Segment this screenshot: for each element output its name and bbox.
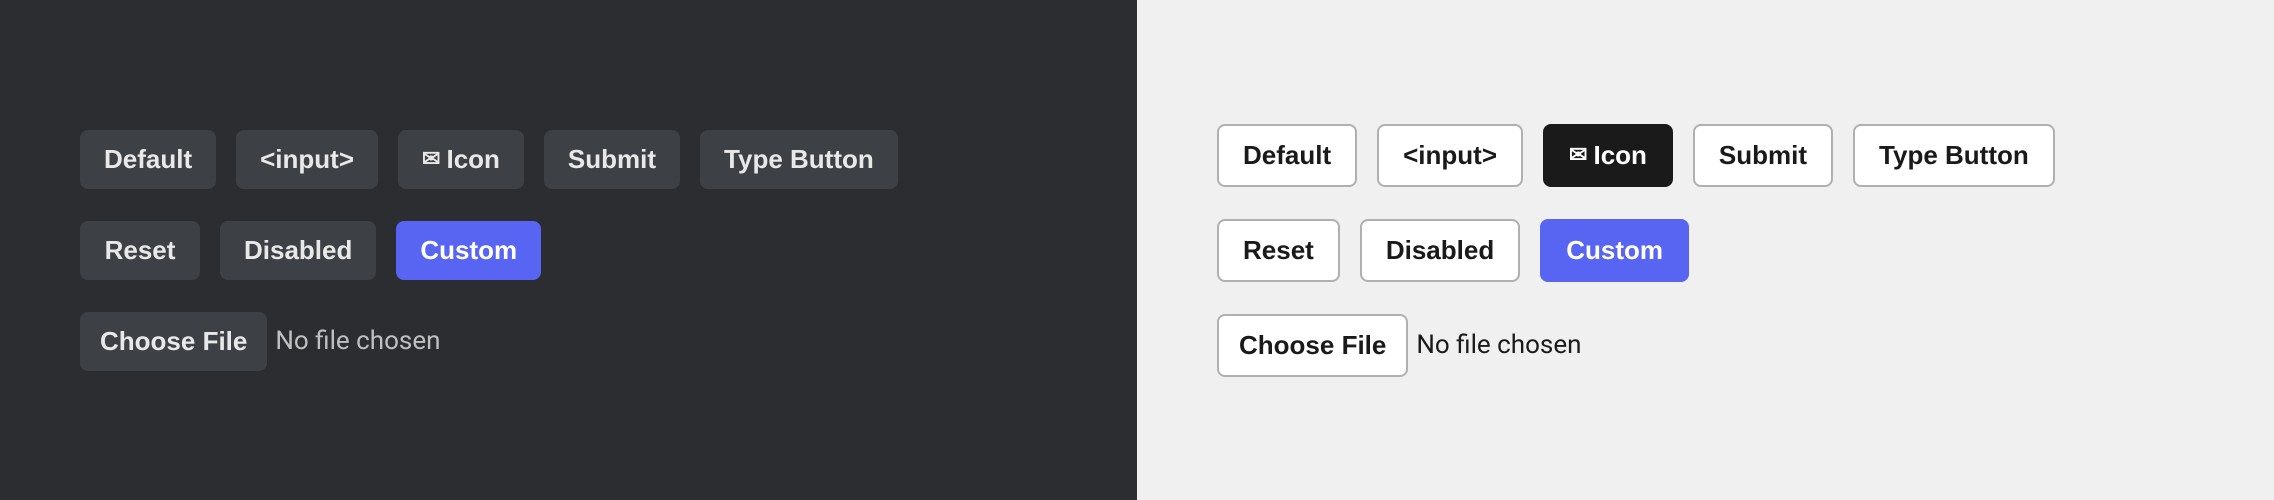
light-icon-button[interactable]: ✉ Icon <box>1543 124 1673 187</box>
light-submit-button[interactable]: Submit <box>1693 124 1833 187</box>
light-custom-button[interactable]: Custom <box>1540 219 1689 282</box>
envelope-icon: ✉ <box>422 146 440 172</box>
light-no-file-label: No file chosen <box>1416 330 1581 360</box>
dark-row-2: Reset Disabled Custom <box>80 221 541 280</box>
light-choose-file-button[interactable]: Choose File <box>1217 314 1408 377</box>
dark-default-button[interactable]: Default <box>80 130 216 189</box>
dark-row-1: Default <input> ✉ Icon Submit Type Butto… <box>80 130 898 189</box>
light-panel: Default <input> ✉ Icon Submit Type Butto… <box>1137 0 2274 500</box>
light-default-button[interactable]: Default <box>1217 124 1357 187</box>
light-reset-button[interactable]: Reset <box>1217 219 1340 282</box>
dark-file-row: Choose File No file chosen <box>80 312 440 371</box>
light-disabled-button[interactable]: Disabled <box>1360 219 1520 282</box>
dark-panel: Default <input> ✉ Icon Submit Type Butto… <box>0 0 1137 500</box>
dark-reset-button[interactable]: Reset <box>80 221 200 280</box>
dark-custom-button[interactable]: Custom <box>396 221 541 280</box>
light-row-1: Default <input> ✉ Icon Submit Type Butto… <box>1217 124 2055 187</box>
light-input-button[interactable]: <input> <box>1377 124 1523 187</box>
envelope-icon-light: ✉ <box>1569 142 1587 168</box>
dark-input-button[interactable]: <input> <box>236 130 378 189</box>
dark-type-button[interactable]: Type Button <box>700 130 898 189</box>
dark-disabled-button[interactable]: Disabled <box>220 221 376 280</box>
light-type-button[interactable]: Type Button <box>1853 124 2055 187</box>
light-row-2: Reset Disabled Custom <box>1217 219 1689 282</box>
dark-choose-file-button[interactable]: Choose File <box>80 312 267 371</box>
dark-submit-button[interactable]: Submit <box>544 130 680 189</box>
light-file-row: Choose File No file chosen <box>1217 314 1581 377</box>
dark-icon-button[interactable]: ✉ Icon <box>398 130 524 189</box>
dark-no-file-label: No file chosen <box>275 326 440 356</box>
